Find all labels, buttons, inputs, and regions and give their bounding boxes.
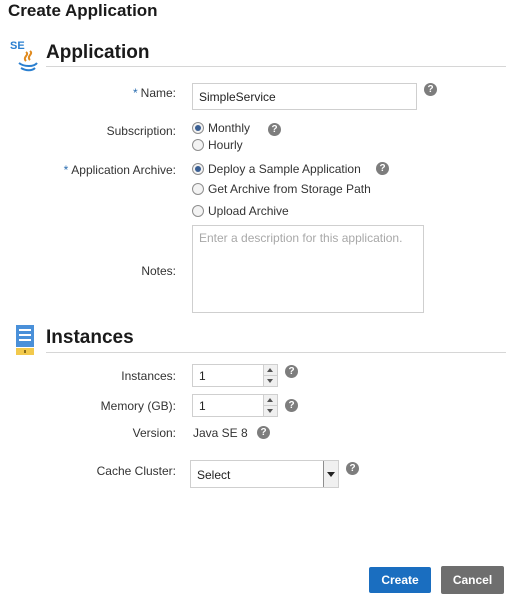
archive-help-icon[interactable]: ? <box>376 162 389 175</box>
cache-cluster-select[interactable]: Select <box>190 460 339 488</box>
subscription-option-hourly[interactable]: Hourly <box>192 138 243 152</box>
instances-section-title: Instances <box>46 327 134 348</box>
radio-storage-path-label: Get Archive from Storage Path <box>208 182 371 196</box>
name-label: * Name: <box>6 86 176 100</box>
name-label-text: Name: <box>140 86 176 100</box>
archive-option-sample[interactable]: Deploy a Sample Application <box>192 162 361 176</box>
name-required-mark: * <box>132 86 138 100</box>
java-se-icon: SE <box>10 40 40 74</box>
memory-spin-buttons <box>263 395 277 416</box>
version-help-icon[interactable]: ? <box>257 426 270 439</box>
create-button[interactable]: Create <box>369 567 431 593</box>
cancel-button[interactable]: Cancel <box>441 566 504 594</box>
application-archive-label: * Application Archive: <box>6 163 176 177</box>
instances-stepper[interactable] <box>192 364 278 387</box>
subscription-help-icon[interactable]: ? <box>268 123 281 136</box>
notes-textarea[interactable] <box>192 225 424 313</box>
cache-cluster-selected-value: Select <box>197 468 231 482</box>
archive-option-storage[interactable]: Get Archive from Storage Path <box>192 182 371 196</box>
instances-increment-button[interactable] <box>264 365 277 376</box>
instances-icon <box>16 325 34 355</box>
instances-spin-buttons <box>263 365 277 386</box>
page-title: Create Application <box>8 1 158 20</box>
memory-stepper[interactable] <box>192 394 278 417</box>
chevron-down-icon[interactable] <box>323 461 338 487</box>
notes-label: Notes: <box>141 264 176 278</box>
radio-monthly[interactable] <box>192 122 204 134</box>
memory-help-icon[interactable]: ? <box>285 399 298 412</box>
radio-upload-archive-label: Upload Archive <box>208 204 289 218</box>
instances-help-icon[interactable]: ? <box>285 365 298 378</box>
subscription-label: Subscription: <box>106 124 176 138</box>
radio-hourly-label: Hourly <box>208 138 243 152</box>
instances-label: Instances: <box>121 369 176 383</box>
memory-input[interactable] <box>193 395 263 416</box>
archive-option-upload[interactable]: Upload Archive <box>192 204 289 218</box>
archive-label-text: Application Archive: <box>71 163 176 177</box>
instances-input[interactable] <box>193 365 263 386</box>
cache-cluster-help-icon[interactable]: ? <box>346 462 359 475</box>
archive-required-mark: * <box>63 163 69 177</box>
radio-upload-archive[interactable] <box>192 205 204 217</box>
cache-cluster-label: Cache Cluster: <box>96 464 176 478</box>
radio-monthly-label: Monthly <box>208 121 251 135</box>
subscription-option-monthly[interactable]: Monthly <box>192 121 250 135</box>
version-value: Java SE 8 <box>193 426 248 440</box>
name-input[interactable] <box>192 83 417 110</box>
version-label: Version: <box>132 426 176 440</box>
memory-label: Memory (GB): <box>100 399 176 413</box>
memory-increment-button[interactable] <box>264 395 277 406</box>
instances-decrement-button[interactable] <box>264 376 277 387</box>
application-section-divider <box>46 66 506 67</box>
radio-deploy-sample-label: Deploy a Sample Application <box>208 162 361 176</box>
instances-section-divider <box>46 352 506 353</box>
name-help-icon[interactable]: ? <box>424 83 437 96</box>
memory-decrement-button[interactable] <box>264 406 277 417</box>
application-section-title: Application <box>46 42 150 63</box>
radio-storage-path[interactable] <box>192 183 204 195</box>
radio-deploy-sample[interactable] <box>192 163 204 175</box>
radio-hourly[interactable] <box>192 139 204 151</box>
